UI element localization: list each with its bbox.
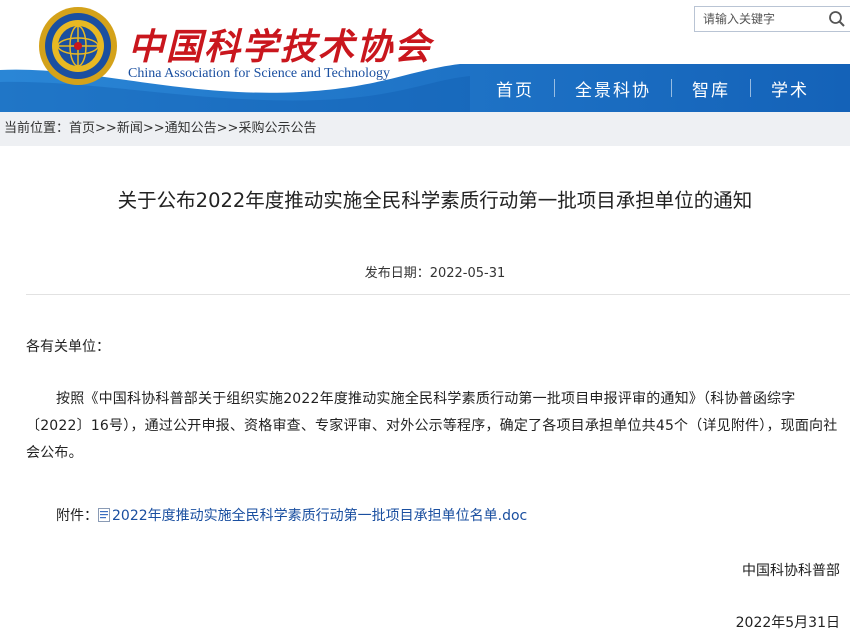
- nav-item-academic[interactable]: 学术: [751, 76, 829, 101]
- attachment-label: 附件：: [56, 508, 98, 524]
- publish-date-value: 2022-05-31: [429, 266, 506, 281]
- attachment: 附件： 2022年度推动实施全民科学素质行动第一批项目承担单位名单.doc: [56, 505, 527, 525]
- title-divider: [26, 294, 850, 295]
- sign-date: 2022年5月31日: [735, 615, 840, 631]
- salutation: 各有关单位：: [26, 339, 110, 355]
- doc-file-icon: [98, 508, 110, 522]
- breadcrumb-home[interactable]: 首页: [69, 121, 95, 136]
- breadcrumb-news[interactable]: 新闻: [117, 121, 143, 136]
- breadcrumb-prefix: 当前位置：: [4, 121, 70, 136]
- nav-item-panorama[interactable]: 全景科协: [555, 76, 671, 101]
- cast-logo[interactable]: [38, 6, 118, 86]
- main-nav: 首页 全景科协 智库 学术: [476, 70, 829, 106]
- publish-date: 发布日期：2022-05-31: [0, 262, 850, 281]
- nav-item-think-tank[interactable]: 智库: [672, 76, 750, 101]
- breadcrumb-notices[interactable]: 通知公告: [165, 121, 217, 136]
- search-box: [694, 6, 850, 32]
- breadcrumb-separator: >>: [216, 121, 239, 136]
- nav-item-home[interactable]: 首页: [476, 76, 554, 101]
- breadcrumb-procurement[interactable]: 采购公示公告: [238, 121, 316, 136]
- site-header: 中国科学技术协会 China Association for Science a…: [0, 0, 850, 112]
- search-input[interactable]: [703, 10, 821, 28]
- search-icon[interactable]: [828, 10, 846, 28]
- attachment-link[interactable]: 2022年度推动实施全民科学素质行动第一批项目承担单位名单.doc: [112, 508, 527, 524]
- signature: 中国科协科普部: [742, 563, 840, 579]
- logo-chinese-name[interactable]: 中国科学技术协会: [128, 18, 432, 70]
- breadcrumb-separator: >>: [142, 121, 165, 136]
- logo-english-name[interactable]: China Association for Science and Techno…: [128, 66, 390, 82]
- breadcrumb: 当前位置：首页>>新闻>>通知公告>>采购公示公告: [0, 112, 850, 146]
- publish-date-label: 发布日期：: [364, 266, 430, 281]
- article-body: 按照《中国科协科普部关于组织实施2022年度推动实施全民科学素质行动第一批项目申…: [26, 391, 838, 461]
- breadcrumb-separator: >>: [95, 121, 117, 136]
- article-title: 关于公布2022年度推动实施全民科学素质行动第一批项目承担单位的通知: [117, 189, 753, 212]
